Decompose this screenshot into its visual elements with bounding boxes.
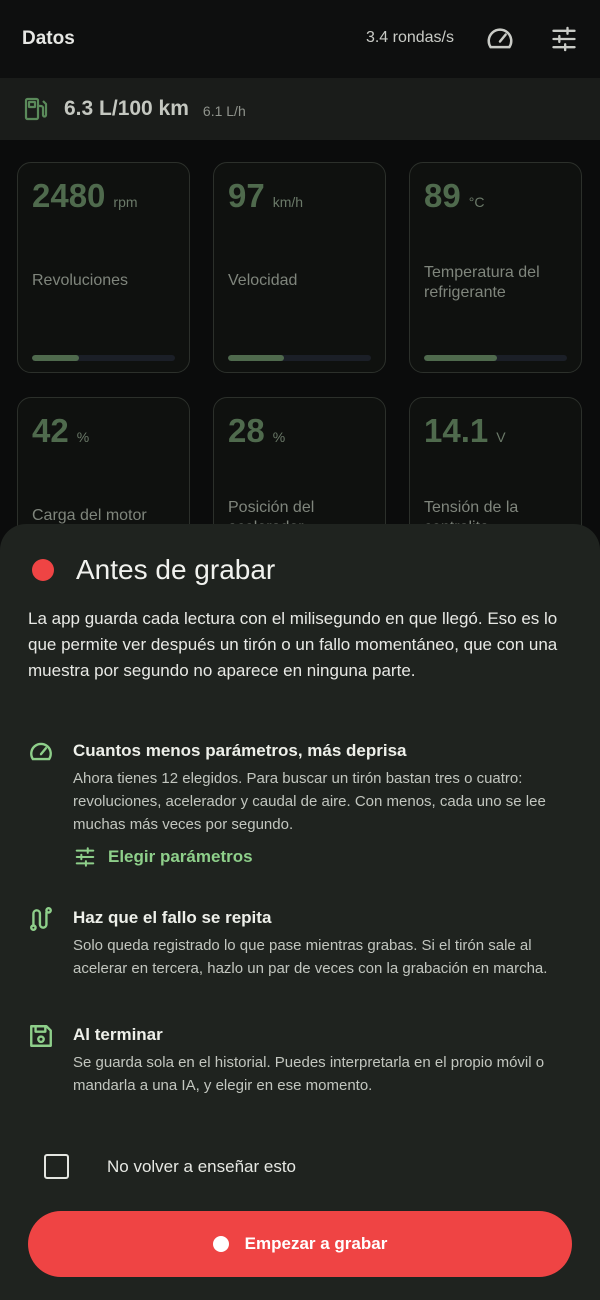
route-icon [30,906,52,932]
gauge-level-bar [228,355,371,361]
gauge-value: 97 [228,177,265,214]
start-recording-button[interactable]: Empezar a grabar [28,1211,572,1277]
gauge-unit: km/h [272,194,304,210]
choose-parameters-label: Elegir parámetros [108,847,253,866]
speed-gauge-icon [30,742,52,761]
sheet-header: Antes de grabar [32,554,275,586]
gauge-value: 2480 [32,177,106,214]
save-icon [30,1025,52,1047]
gauge-card-rpm[interactable]: 2480 rpm Revoluciones [17,162,190,373]
gauge-unit: % [76,429,90,445]
top-app-bar: Datos 3.4 rondas/s [0,0,600,78]
sheet-intro: La app guarda cada lectura con el milise… [28,609,558,680]
tip-body: Solo queda registrado lo que pase mientr… [73,937,548,977]
tip-title: Haz que el fallo se repita [73,908,272,927]
gauge-value: 42 [32,412,69,449]
gauge-value: 14.1 [424,412,489,449]
gauge-label: Velocidad [228,272,298,289]
gauge-unit: rpm [113,194,138,210]
dont-show-again-label: No volver a enseñar esto [107,1156,296,1176]
fuel-consumption-bar: 6.3 L/100 km 6.1 L/h [0,78,600,140]
gauge-label: Revoluciones [32,272,129,289]
gauge-card-coolant-temp[interactable]: 89 °C Temperatura del refrigerante [409,162,582,373]
gauge-level-bar [424,355,567,361]
speed-gauge-icon [487,28,513,49]
fuel-flow-value: 6.1 L/h [202,103,246,119]
gauge-level-fill [32,355,80,361]
dont-show-again-row[interactable]: No volver a enseñar esto [44,1154,296,1179]
gauge-level-fill [424,355,497,361]
tip-repeat-fault: Haz que el fallo se repita Solo queda re… [28,906,576,1006]
tip-title: Cuantos menos parámetros, más deprisa [73,741,407,760]
tune-icon [75,847,95,867]
tip-when-done: Al terminar Se guarda sola en el histori… [28,1023,576,1103]
fuel-pump-icon [24,97,48,121]
tip-body: Ahora tienes 12 elegidos. Para buscar un… [73,770,546,833]
gauge-label: Carga del motor [32,507,147,524]
record-dot-icon [212,1236,229,1252]
gauge-value: 89 [424,177,461,214]
gauge-value: 28 [228,412,265,449]
choose-parameters-link[interactable]: Elegir parámetros [74,846,253,868]
dont-show-again-checkbox[interactable] [44,1154,69,1179]
tip-body: Se guarda sola en el historial. Puedes i… [73,1054,545,1094]
fuel-consumption-value: 6.3 L/100 km [64,97,189,120]
before-recording-sheet: Antes de grabar La app guarda cada lectu… [0,524,600,1300]
screen: Datos 3.4 rondas/s 6.3 L/100 km 6.1 L/h [0,0,600,1300]
gauge-level-fill [228,355,284,361]
gauge-unit: V [496,429,506,445]
gauge-unit: °C [468,194,485,210]
tip-title: Al terminar [73,1025,163,1044]
gauge-card-speed[interactable]: 97 km/h Velocidad [213,162,386,373]
record-dot-icon [32,559,54,581]
gauge-unit: % [272,429,286,445]
speed-gauge-button[interactable] [484,22,516,56]
start-recording-label: Empezar a grabar [244,1234,388,1253]
gauge-level-bar [32,355,175,361]
tune-icon [552,26,576,52]
gauge-label: Temperatura del refrigerante [424,264,540,301]
settings-button[interactable] [548,22,580,56]
poll-rate-readout: 3.4 rondas/s [365,29,454,46]
sheet-title: Antes de grabar [76,554,276,585]
page-title: Datos [22,28,75,49]
tip-fewer-parameters: Cuantos menos parámetros, más deprisa Ah… [28,739,576,839]
